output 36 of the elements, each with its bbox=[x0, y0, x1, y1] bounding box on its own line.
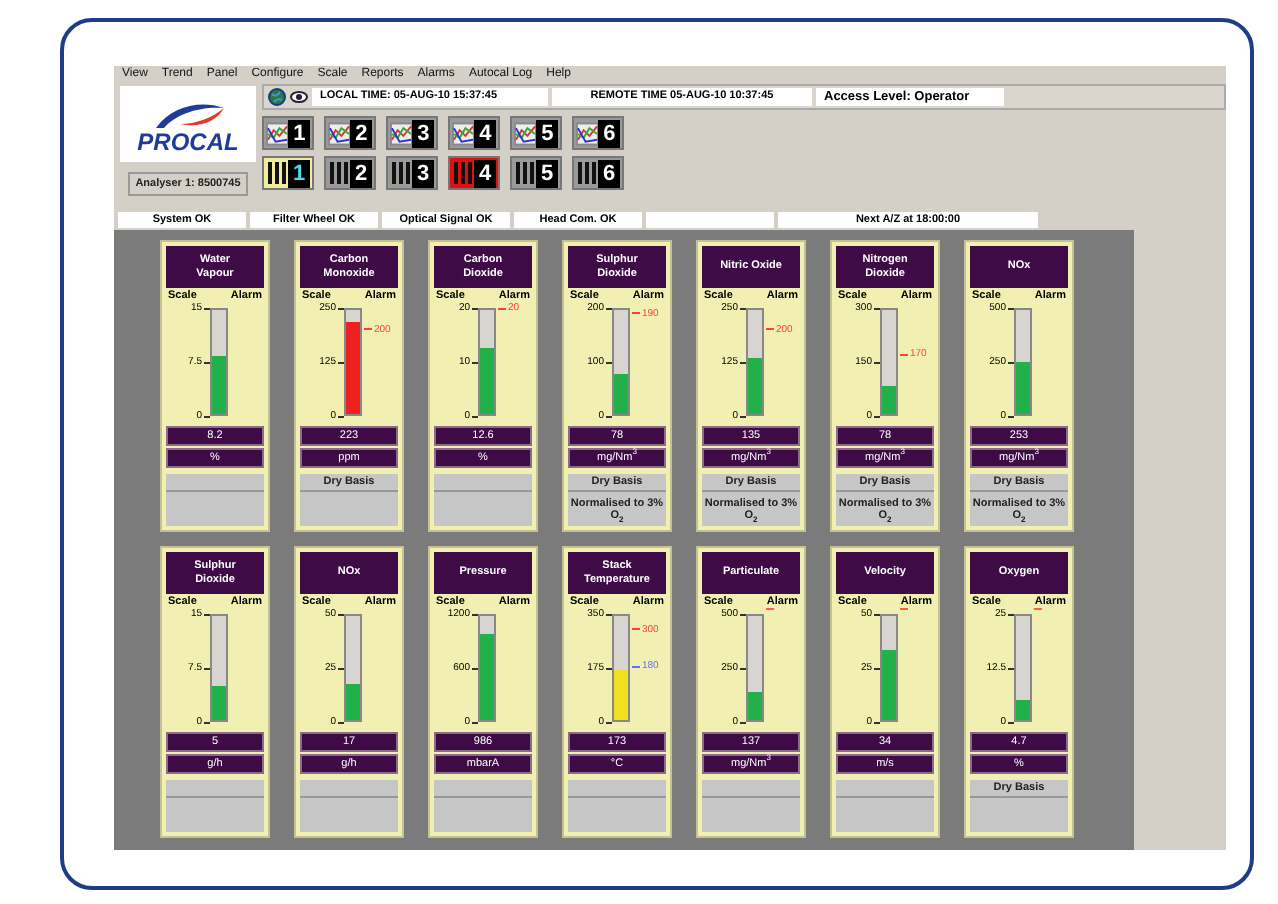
eye-icon[interactable] bbox=[290, 88, 308, 106]
panel-button[interactable]: 5 bbox=[510, 156, 562, 190]
trend-button[interactable]: 6 bbox=[572, 116, 624, 150]
company-logo: PROCAL bbox=[120, 86, 256, 162]
notes-box bbox=[702, 780, 800, 832]
chart-icon bbox=[328, 121, 351, 145]
notes-box bbox=[836, 780, 934, 832]
panel-button[interactable]: 3 bbox=[386, 156, 438, 190]
bars-icon bbox=[452, 160, 474, 186]
notes-box bbox=[166, 780, 264, 832]
trend-button[interactable]: 1 bbox=[262, 116, 314, 150]
bars-icon bbox=[514, 160, 536, 186]
status-field bbox=[646, 211, 774, 227]
bars-icon bbox=[328, 160, 350, 186]
chart-icon bbox=[452, 121, 475, 145]
panel-button[interactable]: 6 bbox=[572, 156, 624, 190]
notes-box bbox=[434, 474, 532, 526]
globe-icon[interactable] bbox=[268, 88, 286, 106]
trend-button[interactable]: 3 bbox=[386, 116, 438, 150]
panel-button[interactable]: 1 bbox=[262, 156, 314, 190]
notes-box bbox=[166, 474, 264, 526]
trend-button[interactable]: 2 bbox=[324, 116, 376, 150]
bars-icon bbox=[390, 160, 412, 186]
bars-icon bbox=[576, 160, 598, 186]
bars-icon bbox=[266, 160, 288, 186]
chart-icon bbox=[514, 121, 537, 145]
chart-icon bbox=[576, 121, 599, 145]
panel-button[interactable]: 4 bbox=[448, 156, 500, 190]
chart-icon bbox=[390, 121, 413, 145]
trend-button[interactable]: 4 bbox=[448, 116, 500, 150]
notes-box bbox=[568, 780, 666, 832]
notes-box bbox=[434, 780, 532, 832]
notes-box bbox=[300, 780, 398, 832]
trend-button[interactable]: 5 bbox=[510, 116, 562, 150]
panel-button[interactable]: 2 bbox=[324, 156, 376, 190]
chart-icon bbox=[266, 121, 289, 145]
